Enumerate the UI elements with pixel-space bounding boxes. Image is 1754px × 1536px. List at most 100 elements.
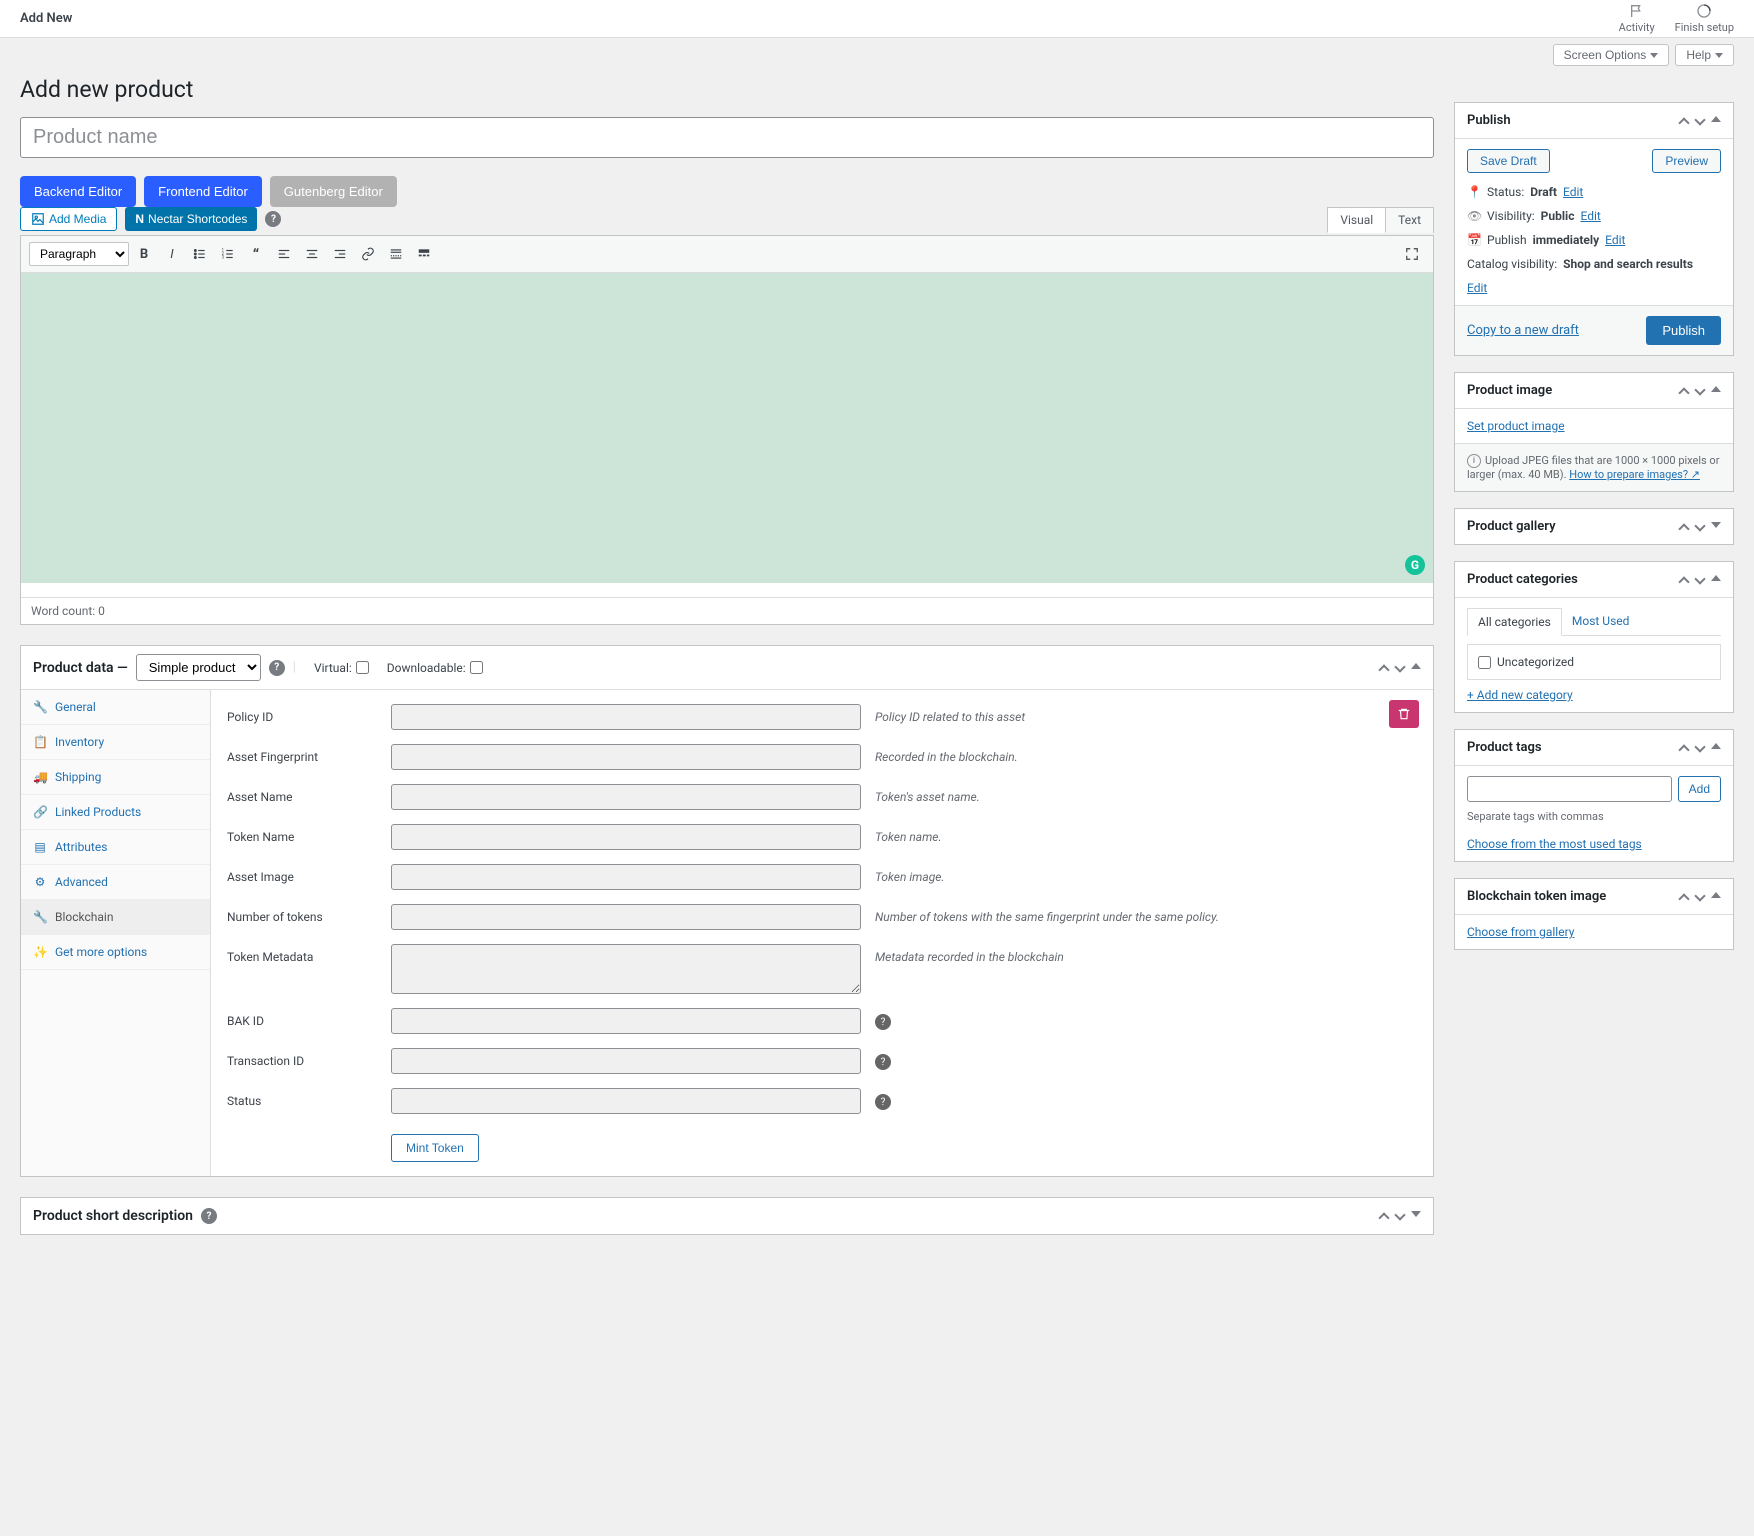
collapse-icon[interactable]	[1711, 892, 1721, 898]
token-name-input[interactable]	[391, 824, 861, 850]
help-icon[interactable]: ?	[269, 660, 285, 676]
move-up-icon[interactable]	[1679, 892, 1689, 902]
backend-editor-button[interactable]: Backend Editor	[20, 176, 136, 207]
italic-button[interactable]: I	[159, 241, 185, 267]
toolbar-toggle-button[interactable]	[411, 241, 437, 267]
status-input[interactable]	[391, 1088, 861, 1114]
add-new-category-link[interactable]: + Add new category	[1467, 688, 1573, 702]
prepare-images-link[interactable]: How to prepare images? ↗	[1569, 468, 1700, 481]
align-left-button[interactable]	[271, 241, 297, 267]
set-product-image-link[interactable]: Set product image	[1467, 419, 1565, 433]
visual-tab[interactable]: Visual	[1327, 207, 1386, 233]
link-button[interactable]	[355, 241, 381, 267]
move-down-icon[interactable]	[1395, 663, 1405, 673]
tab-blockchain[interactable]: 🔧Blockchain	[21, 900, 210, 935]
bold-button[interactable]: B	[131, 241, 157, 267]
text-tab[interactable]: Text	[1385, 207, 1434, 233]
gutenberg-editor-button[interactable]: Gutenberg Editor	[270, 176, 397, 207]
uncategorized-checkbox[interactable]	[1478, 656, 1491, 669]
align-center-button[interactable]	[299, 241, 325, 267]
all-categories-tab[interactable]: All categories	[1467, 608, 1562, 636]
format-select[interactable]: Paragraph	[29, 242, 129, 266]
blockquote-button[interactable]: “	[243, 241, 269, 267]
edit-visibility-link[interactable]: Edit	[1580, 209, 1600, 223]
tab-attributes[interactable]: ▤Attributes	[21, 830, 210, 865]
choose-from-gallery-link[interactable]: Choose from gallery	[1467, 925, 1574, 939]
expand-icon[interactable]	[1711, 522, 1721, 528]
product-name-input[interactable]	[20, 117, 1434, 158]
help-icon[interactable]: ?	[265, 211, 281, 227]
publish-button[interactable]: Publish	[1646, 316, 1721, 345]
tab-inventory[interactable]: 📋Inventory	[21, 725, 210, 760]
collapse-icon[interactable]	[1711, 575, 1721, 581]
move-up-icon[interactable]	[1679, 575, 1689, 585]
move-down-icon[interactable]	[1695, 743, 1705, 753]
expand-icon[interactable]	[1411, 1211, 1421, 1217]
preview-button[interactable]: Preview	[1652, 149, 1721, 173]
add-media-button[interactable]: Add Media	[20, 207, 117, 231]
tab-linked-products[interactable]: 🔗Linked Products	[21, 795, 210, 830]
frontend-editor-button[interactable]: Frontend Editor	[144, 176, 262, 207]
move-down-icon[interactable]	[1695, 522, 1705, 532]
metadata-textarea[interactable]	[391, 944, 861, 994]
asset-name-input[interactable]	[391, 784, 861, 810]
move-down-icon[interactable]	[1695, 116, 1705, 126]
policy-id-input[interactable]	[391, 704, 861, 730]
help-icon[interactable]: ?	[875, 1054, 891, 1070]
tab-general[interactable]: 🔧General	[21, 690, 210, 725]
mint-token-button[interactable]: Mint Token	[391, 1134, 479, 1162]
asset-image-input[interactable]	[391, 864, 861, 890]
tag-input[interactable]	[1467, 776, 1672, 802]
product-type-select[interactable]: Simple product	[136, 654, 261, 681]
help-icon[interactable]: ?	[875, 1014, 891, 1030]
help-icon[interactable]: ?	[201, 1208, 217, 1224]
help-icon[interactable]: ?	[875, 1094, 891, 1110]
move-down-icon[interactable]	[1395, 1211, 1405, 1221]
move-up-icon[interactable]	[1379, 663, 1389, 673]
most-used-tab[interactable]: Most Used	[1562, 608, 1640, 635]
collapse-icon[interactable]	[1711, 386, 1721, 392]
finish-setup-link[interactable]: Finish setup	[1675, 3, 1734, 34]
fingerprint-input[interactable]	[391, 744, 861, 770]
move-up-icon[interactable]	[1679, 386, 1689, 396]
edit-publish-link[interactable]: Edit	[1605, 233, 1625, 247]
grammarly-icon[interactable]: G	[1405, 555, 1425, 575]
move-down-icon[interactable]	[1695, 892, 1705, 902]
short-description-box: Product short description?	[20, 1197, 1434, 1235]
save-draft-button[interactable]: Save Draft	[1467, 149, 1550, 173]
fullscreen-button[interactable]	[1399, 241, 1425, 267]
numbered-list-button[interactable]: 123	[215, 241, 241, 267]
tab-get-more-options[interactable]: ✨Get more options	[21, 935, 210, 970]
move-down-icon[interactable]	[1695, 386, 1705, 396]
bak-id-input[interactable]	[391, 1008, 861, 1034]
move-up-icon[interactable]	[1679, 743, 1689, 753]
choose-tags-link[interactable]: Choose from the most used tags	[1467, 837, 1642, 851]
activity-link[interactable]: Activity	[1619, 3, 1655, 34]
collapse-icon[interactable]	[1711, 116, 1721, 122]
virtual-checkbox[interactable]	[356, 661, 369, 674]
edit-catalog-link[interactable]: Edit	[1467, 281, 1487, 295]
copy-draft-link[interactable]: Copy to a new draft	[1467, 323, 1579, 338]
align-right-button[interactable]	[327, 241, 353, 267]
downloadable-checkbox[interactable]	[470, 661, 483, 674]
transaction-id-input[interactable]	[391, 1048, 861, 1074]
editor-content-area[interactable]: G	[21, 273, 1433, 583]
screen-options-button[interactable]: Screen Options	[1553, 44, 1670, 66]
add-tag-button[interactable]: Add	[1678, 776, 1721, 802]
align-left-icon	[277, 247, 291, 261]
nectar-shortcodes-button[interactable]: N Nectar Shortcodes	[125, 207, 257, 231]
move-down-icon[interactable]	[1695, 575, 1705, 585]
move-up-icon[interactable]	[1679, 116, 1689, 126]
help-button[interactable]: Help	[1675, 44, 1734, 66]
insert-more-button[interactable]	[383, 241, 409, 267]
tab-shipping[interactable]: 🚚Shipping	[21, 760, 210, 795]
delete-button[interactable]	[1389, 700, 1419, 728]
move-up-icon[interactable]	[1379, 1211, 1389, 1221]
collapse-icon[interactable]	[1411, 663, 1421, 669]
tab-advanced[interactable]: ⚙Advanced	[21, 865, 210, 900]
edit-status-link[interactable]: Edit	[1563, 185, 1583, 199]
bullet-list-button[interactable]	[187, 241, 213, 267]
move-up-icon[interactable]	[1679, 522, 1689, 532]
num-tokens-input[interactable]	[391, 904, 861, 930]
collapse-icon[interactable]	[1711, 743, 1721, 749]
